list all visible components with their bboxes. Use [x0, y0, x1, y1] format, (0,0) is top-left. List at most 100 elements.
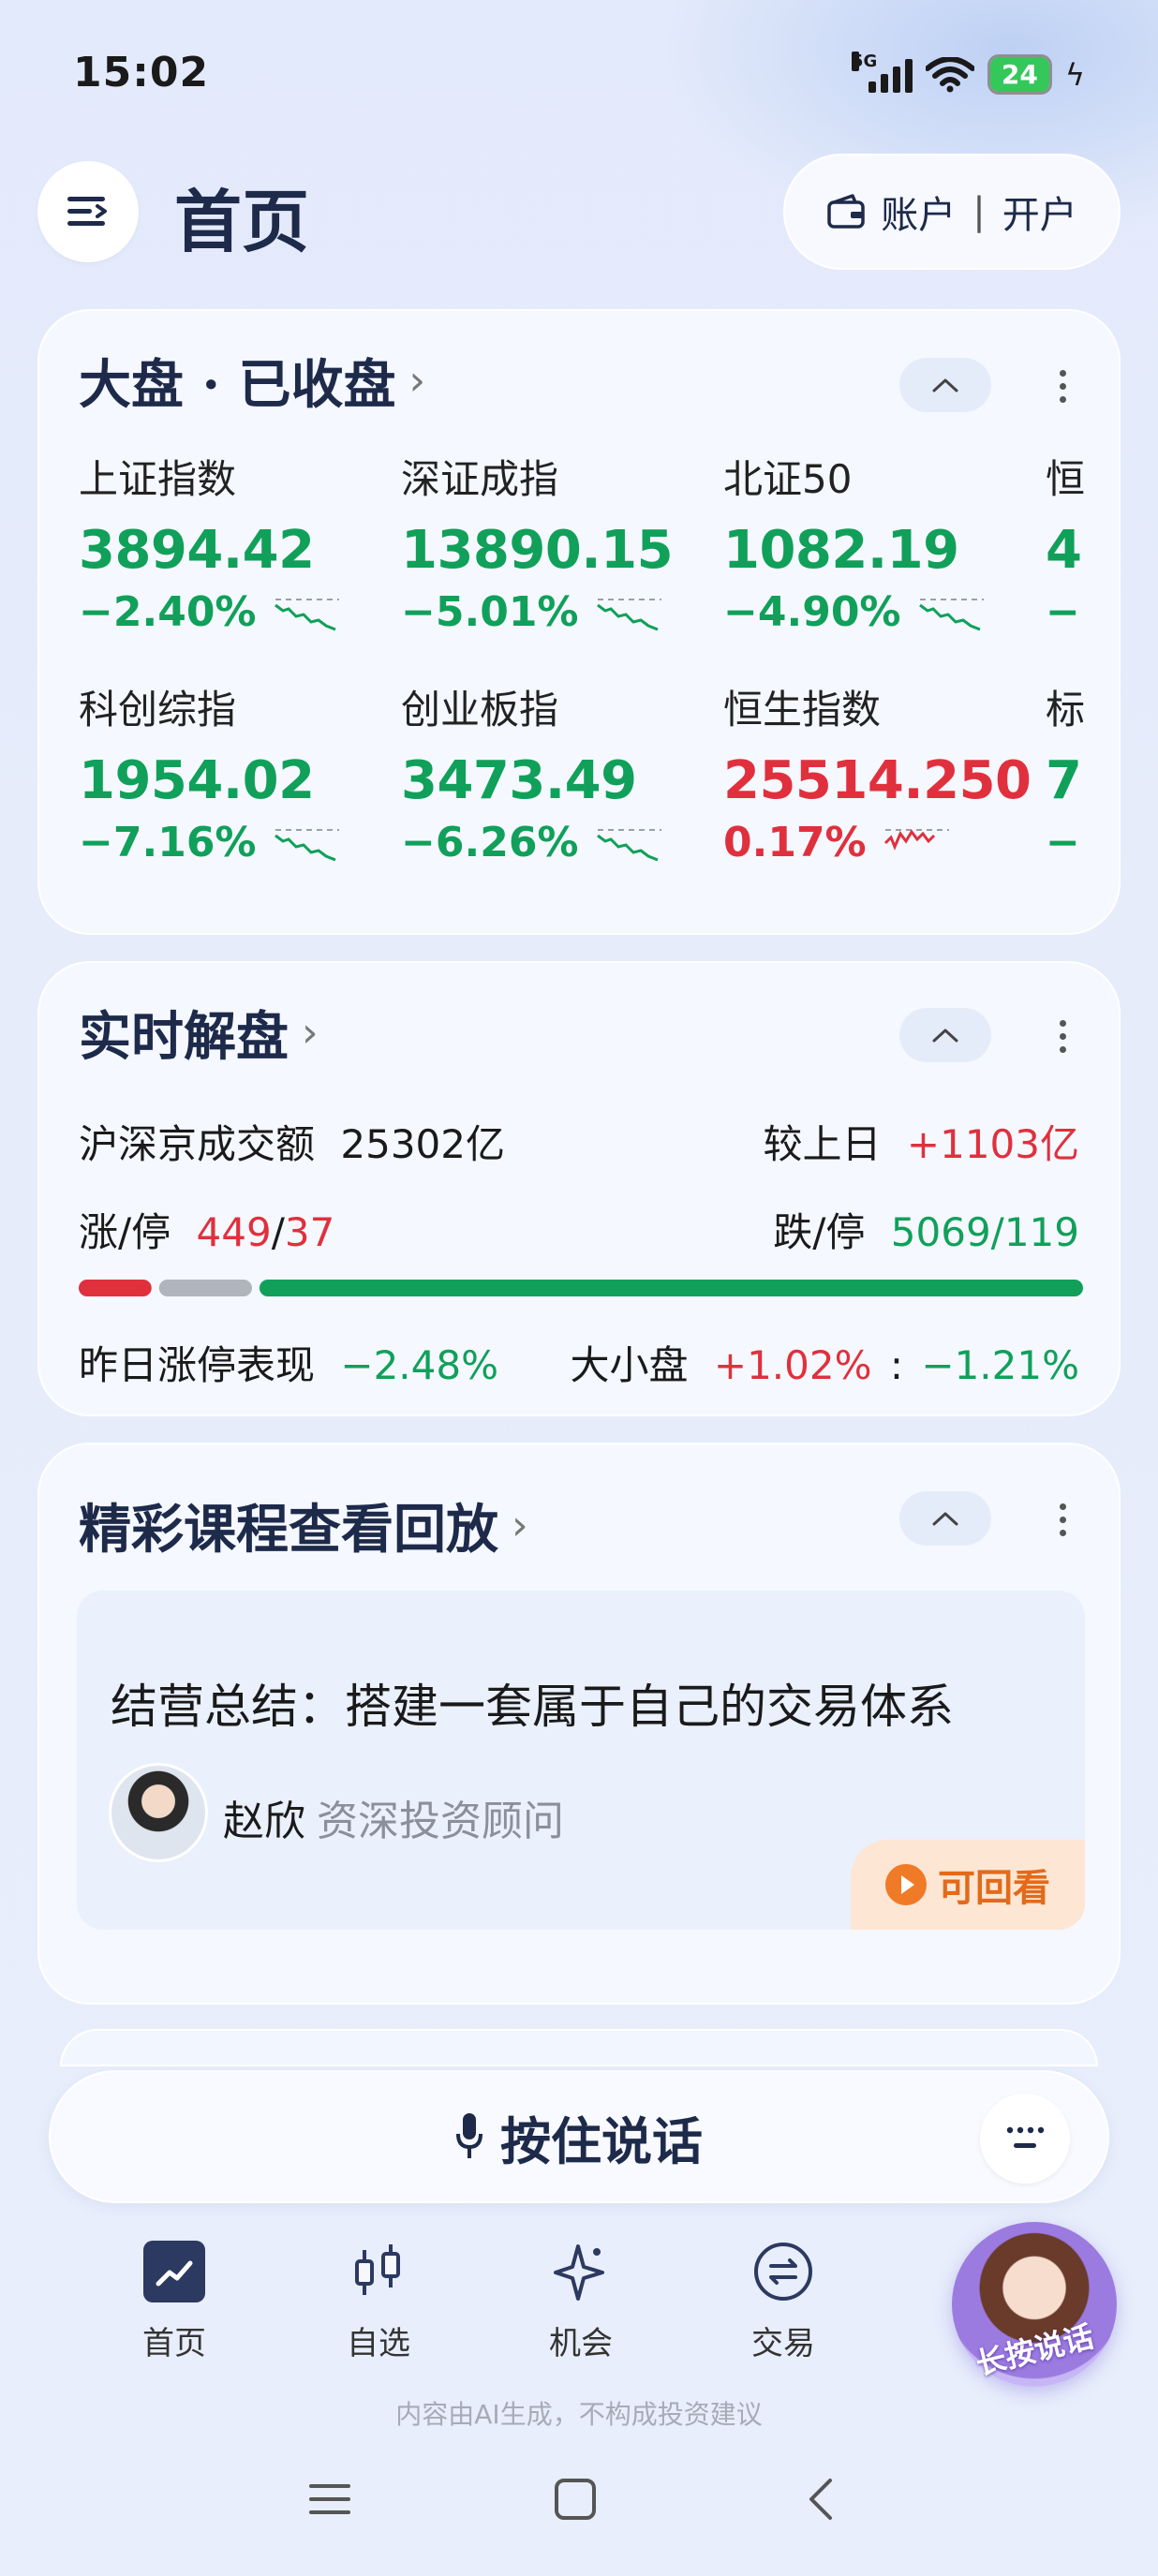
large-cap-value: +1.02%: [713, 1342, 872, 1388]
teacher-avatar: [109, 1763, 208, 1862]
ai-disclaimer: 内容由AI生成，不构成投资建议: [395, 2399, 763, 2430]
turnover-value: 25302亿: [340, 1121, 505, 1167]
home-icon: [141, 2239, 207, 2304]
vs-prev-value: +1103亿: [906, 1121, 1079, 1167]
index-value: 1082.19: [723, 520, 959, 581]
menu-icon: [67, 197, 107, 226]
replay-badge[interactable]: 可回看: [851, 1840, 1085, 1930]
index-tile[interactable]: 标 7 −: [1046, 678, 1085, 866]
microphone-icon: [456, 2113, 482, 2158]
index-value: 25514.250: [723, 750, 1032, 811]
index-tile[interactable]: 深证成指 13890.15 −5.01%: [401, 448, 674, 636]
index-change: −2.40%: [79, 588, 257, 636]
wallet-icon: [827, 194, 865, 229]
vs-prev-label: 较上日: [763, 1121, 882, 1167]
hold-to-talk-button[interactable]: 按住说话: [49, 2070, 1109, 2203]
prev-limit-label: 昨日涨停表现: [79, 1342, 316, 1388]
system-nav-bar: [0, 2464, 1158, 2539]
index-tile[interactable]: 恒 4 −: [1046, 448, 1085, 636]
home-button-icon[interactable]: [553, 2477, 598, 2522]
limit-row: 涨/停 449/37 跌/停 5069/119: [79, 1201, 1079, 1258]
chevron-right-icon: ›: [512, 1502, 528, 1549]
up-slash: /: [271, 1209, 285, 1255]
account-separator: |: [972, 190, 986, 233]
chevron-up-icon: [932, 1512, 958, 1526]
wifi-icon: [925, 56, 974, 92]
sparkline-icon: [274, 828, 339, 861]
keyboard-button[interactable]: [980, 2094, 1070, 2184]
index-value: 13890.15: [401, 520, 674, 581]
size-colon: :: [889, 1342, 904, 1388]
index-name: 恒: [1046, 456, 1086, 502]
index-value: 4: [1046, 520, 1082, 581]
chevron-up-icon: [932, 378, 958, 392]
account-button[interactable]: 账户 | 开户: [783, 154, 1121, 270]
market-title-text: 大盘 · 已收盘: [79, 354, 396, 416]
teacher-info: 赵欣 资深投资顾问: [223, 1787, 564, 1847]
index-name: 北证50: [723, 456, 853, 502]
realtime-title-text: 实时解盘: [79, 1006, 289, 1068]
teacher-role: 资深投资顾问: [317, 1798, 564, 1845]
market-card: 大盘 · 已收盘 › 上证指数 3894.42 −2.40% 深证成指 13890.15…: [37, 309, 1121, 935]
index-tile[interactable]: 创业板指 3473.49 −6.26%: [401, 678, 663, 866]
nav-item-opportunity[interactable]: 机会: [515, 2239, 646, 2363]
down-limit-value: 5069/119: [890, 1209, 1079, 1255]
charging-icon: ϟ: [1064, 56, 1085, 93]
index-change: −6.26%: [401, 819, 579, 866]
course-title-text: 精彩课程查看回放: [79, 1499, 498, 1561]
index-name: 创业板指: [401, 687, 559, 733]
collapse-button[interactable]: [899, 358, 991, 412]
open-account-label: 开户: [1002, 194, 1077, 237]
more-options-button[interactable]: [1044, 358, 1081, 414]
size-label: 大小盘: [570, 1342, 689, 1388]
nav-item-trade[interactable]: 交易: [718, 2239, 849, 2363]
menu-button[interactable]: [37, 161, 139, 262]
performance-row: 昨日涨停表现 −2.48% 大小盘 +1.02% : −1.21%: [79, 1334, 1079, 1391]
realtime-title[interactable]: 实时解盘 ›: [79, 995, 319, 1071]
index-name: 深证成指: [401, 456, 559, 502]
sparkline-icon: [883, 828, 949, 851]
chevron-up-icon: [932, 1029, 958, 1043]
battery-indicator: 24: [987, 54, 1052, 95]
signal-icon: 5G: [851, 51, 913, 93]
realtime-card: 实时解盘 › 沪深京成交额 25302亿 较上日 +1103亿 涨/停 449/…: [37, 961, 1121, 1416]
sparkline-icon: [274, 598, 339, 630]
back-icon[interactable]: [800, 2477, 845, 2522]
breadth-up-segment: [79, 1280, 152, 1296]
breadth-bar: [79, 1280, 1083, 1296]
next-card-peek: [60, 2029, 1098, 2066]
turnover-label: 沪深京成交额: [79, 1121, 316, 1167]
index-tile[interactable]: 北证50 1082.19 −4.90%: [723, 448, 986, 636]
collapse-button[interactable]: [899, 1491, 991, 1546]
more-options-button[interactable]: [1044, 1008, 1081, 1064]
ai-assistant-avatar[interactable]: 长按说话: [952, 2222, 1117, 2387]
collapse-button[interactable]: [899, 1008, 991, 1062]
index-tile[interactable]: 上证指数 3894.42 −2.40%: [79, 448, 341, 636]
index-value: 1954.02: [79, 750, 315, 811]
index-name: 上证指数: [79, 456, 237, 502]
sparkle-icon: [548, 2239, 614, 2304]
nav-item-watchlist[interactable]: 自选: [313, 2239, 444, 2363]
course-title[interactable]: 精彩课程查看回放 ›: [79, 1488, 528, 1563]
candlestick-icon: [346, 2239, 411, 2304]
nav-item-home[interactable]: 首页: [109, 2239, 240, 2363]
exchange-icon: [750, 2239, 816, 2304]
index-value: 3473.49: [401, 750, 637, 811]
network-label: 5G: [851, 51, 878, 71]
chevron-right-icon: ›: [408, 357, 426, 405]
up-count: 449: [196, 1209, 272, 1255]
more-options-button[interactable]: [1044, 1491, 1081, 1547]
index-tile[interactable]: 恒生指数 25514.250 0.17%: [723, 678, 1032, 866]
nav-label-home: 首页: [142, 2325, 206, 2362]
lesson-card[interactable]: 结营总结：搭建一套属于自己的交易体系 赵欣 资深投资顾问 可回看: [77, 1591, 1085, 1930]
index-tile[interactable]: 科创综指 1954.02 −7.16%: [79, 678, 341, 866]
market-title[interactable]: 大盘 · 已收盘 ›: [79, 343, 425, 419]
nav-label-trade: 交易: [751, 2325, 815, 2362]
index-name: 标: [1046, 687, 1086, 733]
turnover-row: 沪深京成交额 25302亿 较上日 +1103亿: [79, 1113, 1079, 1170]
play-icon: [885, 1864, 927, 1905]
course-card: 精彩课程查看回放 › 结营总结：搭建一套属于自己的交易体系 赵欣 资深投资顾问 可…: [37, 1443, 1121, 2005]
page-title: 首页: [174, 183, 310, 261]
index-name: 科创综指: [79, 687, 237, 733]
recent-apps-icon[interactable]: [307, 2477, 352, 2522]
